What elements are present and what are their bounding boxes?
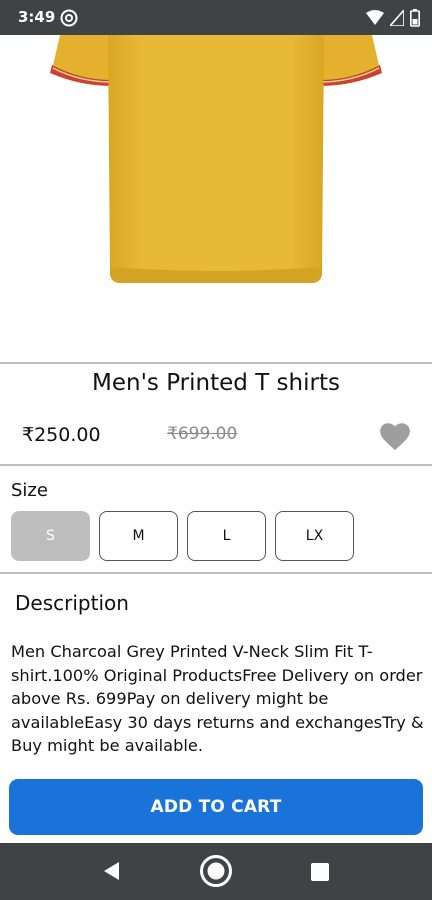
product-image bbox=[0, 35, 432, 363]
back-icon[interactable] bbox=[100, 859, 124, 883]
product-price: ₹250.00 bbox=[22, 424, 101, 446]
size-option-lx[interactable]: LX bbox=[275, 511, 354, 561]
tshirt-image bbox=[50, 35, 382, 283]
recents-icon[interactable] bbox=[310, 862, 330, 882]
product-title: Men's Printed T shirts bbox=[92, 370, 340, 396]
navigation-bar bbox=[0, 843, 432, 900]
size-option-l[interactable]: L bbox=[187, 511, 266, 561]
status-icons bbox=[366, 9, 420, 27]
divider bbox=[0, 362, 432, 364]
signal-icon bbox=[390, 10, 404, 26]
product-mrp: ₹699.00 bbox=[167, 424, 238, 444]
size-options: S M L LX bbox=[11, 511, 354, 561]
size-option-m[interactable]: M bbox=[99, 511, 178, 561]
description-text: Men Charcoal Grey Printed V-Neck Slim Fi… bbox=[11, 642, 424, 755]
home-icon[interactable] bbox=[199, 854, 233, 888]
status-time: 3:49 bbox=[18, 8, 56, 26]
wifi-icon bbox=[366, 10, 384, 25]
divider bbox=[0, 572, 432, 574]
size-option-s[interactable]: S bbox=[11, 511, 90, 561]
size-label: Size bbox=[11, 480, 48, 501]
heart-icon[interactable] bbox=[378, 420, 412, 452]
status-bar: 3:49 bbox=[0, 0, 432, 35]
description-title: Description bbox=[15, 591, 129, 615]
battery-icon bbox=[410, 9, 420, 27]
at-sign-icon bbox=[60, 9, 78, 27]
add-to-cart-button[interactable]: ADD TO CART bbox=[9, 779, 423, 835]
divider bbox=[0, 464, 432, 466]
